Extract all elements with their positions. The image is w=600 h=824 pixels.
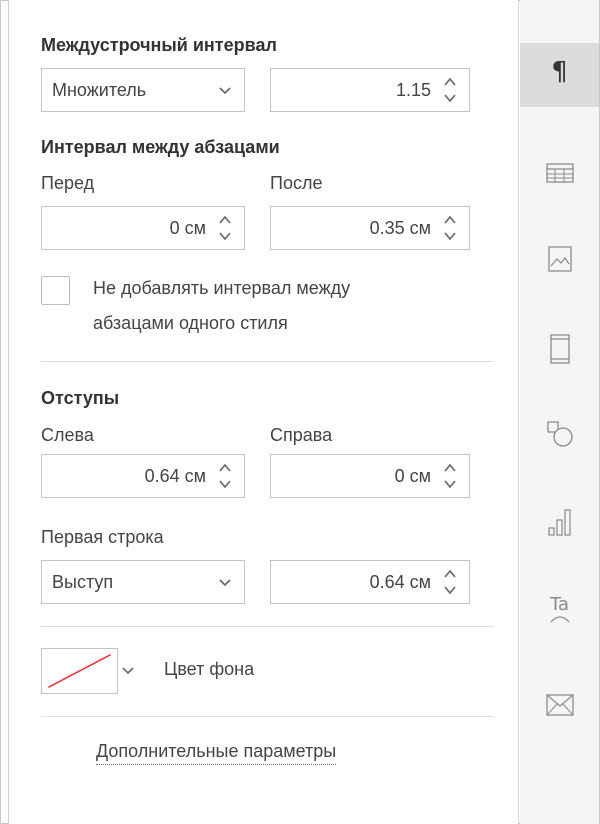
no-fill-icon [48,654,111,688]
text-art-icon: Ta [549,594,570,623]
section-divider [41,626,494,627]
rail-tab-header-footer[interactable] [520,318,599,382]
chevron-down-icon [219,87,231,95]
spacing-before-field[interactable]: 0 см [41,206,245,250]
spinner-arrows-icon [444,77,456,103]
rail-tab-mail-merge[interactable] [520,672,599,736]
rail-tab-paragraph[interactable]: ¶ [520,43,599,107]
line-spacing-value: 1.15 [395,80,431,100]
paragraph-settings-panel: Междустрочный интервал Множитель 1.15 Ин… [8,0,519,824]
rail-tab-shape[interactable] [520,403,599,467]
rail-tab-image[interactable] [520,228,599,292]
indents-heading: Отступы [41,388,120,408]
shape-icon [547,421,573,447]
spinner-arrows-icon [444,569,456,595]
indent-right-field[interactable]: 0 см [270,454,470,498]
spacing-after-spinner[interactable] [441,211,459,245]
rail-tab-table[interactable] [520,141,599,205]
indent-left-value: 0.64 см [144,466,206,486]
spinner-arrows-icon [219,215,231,241]
advanced-settings-link[interactable]: Дополнительные параметры [96,741,337,765]
svg-text:Ta: Ta [549,594,569,615]
line-spacing-value-field[interactable]: 1.15 [270,68,470,112]
no-fill-swatch [41,648,118,694]
first-line-mode-select[interactable]: Выступ [41,560,245,604]
no-space-checkbox-label-line1: Не добавлять интервал между [93,278,351,298]
first-line-value: 0.64 см [369,572,431,592]
indent-left-label: Слева [41,425,94,445]
line-spacing-heading: Междустрочный интервал [41,35,277,55]
indent-left-field[interactable]: 0.64 см [41,454,245,498]
spacing-before-value: 0 см [169,218,206,238]
first-line-label: Первая строка [41,527,164,547]
paragraph-icon: ¶ [551,57,568,87]
first-line-spinner[interactable] [441,565,459,599]
no-space-same-style-checkbox[interactable] [41,276,70,305]
rail-tab-chart[interactable] [520,492,599,556]
line-spacing-mode-select[interactable]: Множитель [41,68,245,112]
line-spacing-mode-value: Множитель [52,80,147,100]
spacing-before-label: Перед [41,173,95,193]
background-color-button[interactable] [41,648,145,694]
rail-tab-text-art[interactable]: Ta [520,580,599,644]
section-divider [41,716,494,717]
background-color-label: Цвет фона [164,659,255,679]
paragraph-spacing-heading: Интервал между абзацами [41,137,280,157]
right-tool-rail: ¶ Ta [520,0,599,824]
first-line-value-field[interactable]: 0.64 см [270,560,470,604]
spinner-arrows-icon [444,463,456,489]
table-icon [546,163,574,183]
chart-icon [548,509,571,536]
indent-left-spinner[interactable] [216,459,234,493]
line-spacing-spinner[interactable] [441,73,459,107]
spacing-after-label: После [270,173,323,193]
section-divider [41,361,494,362]
image-icon [548,246,572,272]
no-space-checkbox-label-line2: абзацами одного стиля [93,313,288,333]
indent-right-value: 0 см [394,466,431,486]
advanced-settings-link-text: Дополнительные параметры [96,741,337,765]
spacing-after-field[interactable]: 0.35 см [270,206,470,250]
mail-merge-icon [546,694,574,716]
first-line-mode-value: Выступ [52,572,114,592]
chevron-down-icon [219,579,231,587]
indent-right-spinner[interactable] [441,459,459,493]
spacing-before-spinner[interactable] [216,211,234,245]
spinner-arrows-icon [444,215,456,241]
chevron-down-icon [122,667,134,675]
spacing-after-value: 0.35 см [369,218,431,238]
spinner-arrows-icon [219,463,231,489]
header-footer-icon [550,334,570,364]
indent-right-label: Справа [270,425,333,445]
